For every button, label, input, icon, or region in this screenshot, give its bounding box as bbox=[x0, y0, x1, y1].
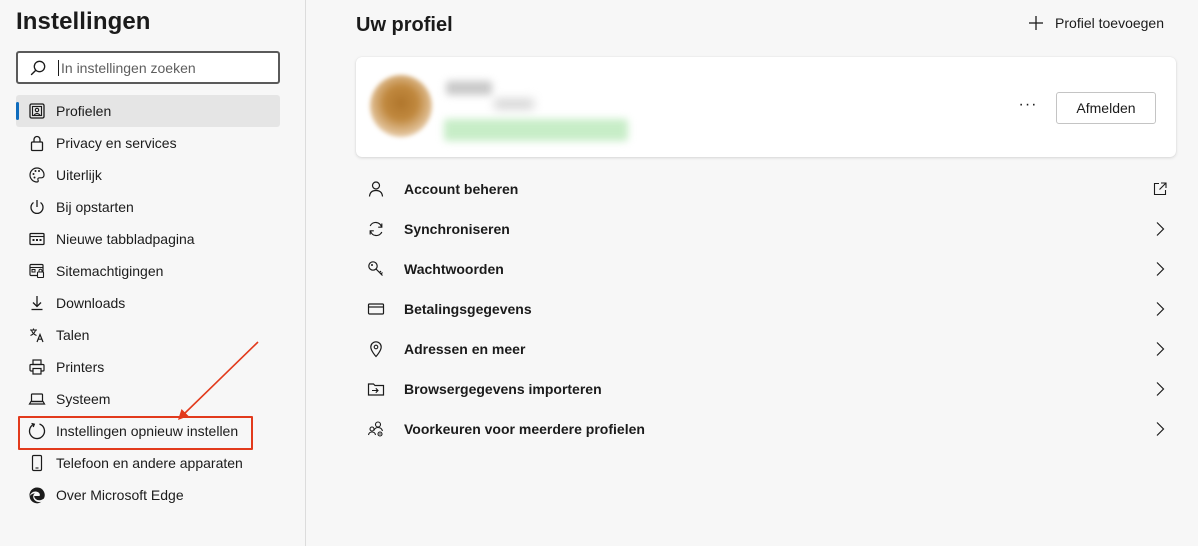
chevron-right-icon bbox=[1150, 339, 1170, 359]
import-folder-icon bbox=[366, 379, 386, 399]
lock-icon bbox=[27, 133, 47, 153]
sidebar-item-nieuwe-tabbladpagina[interactable]: Nieuwe tabbladpagina bbox=[16, 223, 280, 255]
profile-card-icon bbox=[27, 101, 47, 121]
more-options-icon: ··· bbox=[1018, 96, 1038, 113]
sidebar-item-label: Sitemachtigingen bbox=[56, 263, 164, 279]
new-tab-page-icon bbox=[27, 229, 47, 249]
sidebar-item-bij-opstarten[interactable]: Bij opstarten bbox=[16, 191, 280, 223]
multi-profile-icon bbox=[366, 419, 386, 439]
add-profile-button[interactable]: Profiel toevoegen bbox=[1027, 14, 1164, 32]
row-label: Browsergegevens importeren bbox=[404, 381, 602, 397]
sidebar-item-label: Privacy en services bbox=[56, 135, 177, 151]
blurred-sync-status bbox=[444, 119, 628, 141]
sidebar-item-profielen[interactable]: Profielen bbox=[16, 95, 280, 127]
sidebar-item-instellingen-opnieuw-instellen[interactable]: Instellingen opnieuw instellen bbox=[16, 415, 280, 447]
row-browsergegevens-importeren[interactable]: Browsergegevens importeren bbox=[356, 369, 1176, 409]
chevron-right-icon bbox=[1150, 299, 1170, 319]
settings-search-box[interactable] bbox=[16, 51, 280, 84]
settings-nav: Profielen Privacy en services Uiterlijk … bbox=[16, 95, 280, 511]
settings-search-input[interactable] bbox=[58, 59, 258, 76]
sidebar-item-label: Downloads bbox=[56, 295, 126, 311]
sidebar-item-label: Telefoon en andere apparaten bbox=[56, 455, 243, 471]
sidebar-item-label: Over Microsoft Edge bbox=[56, 487, 184, 503]
power-icon bbox=[27, 197, 47, 217]
search-icon bbox=[28, 58, 48, 78]
chevron-right-icon bbox=[1150, 379, 1170, 399]
profile-settings-list: Account beheren Synchroniseren Wachtwoor… bbox=[356, 169, 1176, 449]
chevron-right-icon bbox=[1150, 259, 1170, 279]
more-options-button[interactable]: ··· bbox=[1016, 93, 1040, 117]
row-label: Adressen en meer bbox=[404, 341, 526, 357]
row-label: Voorkeuren voor meerdere profielen bbox=[404, 421, 645, 437]
row-wachtwoorden[interactable]: Wachtwoorden bbox=[356, 249, 1176, 289]
add-profile-label: Profiel toevoegen bbox=[1055, 15, 1164, 31]
sidebar-item-label: Bij opstarten bbox=[56, 199, 134, 215]
sidebar-item-label: Uiterlijk bbox=[56, 167, 102, 183]
page-title: Uw profiel bbox=[356, 14, 453, 36]
external-link-icon bbox=[1150, 179, 1170, 199]
key-icon bbox=[366, 259, 386, 279]
plus-icon bbox=[1027, 14, 1045, 32]
signout-button[interactable]: Afmelden bbox=[1056, 92, 1156, 124]
sync-icon bbox=[366, 219, 386, 239]
row-synchroniseren[interactable]: Synchroniseren bbox=[356, 209, 1176, 249]
profile-card: ··· Afmelden bbox=[356, 57, 1176, 157]
site-permissions-icon bbox=[27, 261, 47, 281]
sidebar-item-label: Systeem bbox=[56, 391, 111, 407]
sidebar-item-label: Instellingen opnieuw instellen bbox=[56, 423, 239, 439]
location-pin-icon bbox=[366, 339, 386, 359]
edge-logo-icon bbox=[27, 485, 47, 505]
person-icon bbox=[366, 179, 386, 199]
sidebar-item-privacy[interactable]: Privacy en services bbox=[16, 127, 280, 159]
download-icon bbox=[27, 293, 47, 313]
sidebar-item-systeem[interactable]: Systeem bbox=[16, 383, 280, 415]
phone-icon bbox=[27, 453, 47, 473]
printer-icon bbox=[27, 357, 47, 377]
chevron-right-icon bbox=[1150, 419, 1170, 439]
sidebar-item-over-microsoft-edge[interactable]: Over Microsoft Edge bbox=[16, 479, 280, 511]
row-adressen-en-meer[interactable]: Adressen en meer bbox=[356, 329, 1176, 369]
sidebar-item-label: Nieuwe tabbladpagina bbox=[56, 231, 195, 247]
laptop-icon bbox=[27, 389, 47, 409]
row-betalingsgegevens[interactable]: Betalingsgegevens bbox=[356, 289, 1176, 329]
palette-icon bbox=[27, 165, 47, 185]
sidebar-item-sitemachtigingen[interactable]: Sitemachtigingen bbox=[16, 255, 280, 287]
blurred-profile-name bbox=[446, 81, 492, 95]
row-label: Wachtwoorden bbox=[404, 261, 504, 277]
sidebar-item-label: Profielen bbox=[56, 103, 112, 119]
sidebar-item-talen[interactable]: Talen bbox=[16, 319, 280, 351]
row-label: Betalingsgegevens bbox=[404, 301, 532, 317]
chevron-right-icon bbox=[1150, 219, 1170, 239]
blurred-profile-email bbox=[494, 99, 534, 109]
sidebar-item-uiterlijk[interactable]: Uiterlijk bbox=[16, 159, 280, 191]
profile-settings-main: Uw profiel Profiel toevoegen ··· Afmelde… bbox=[307, 0, 1198, 546]
sidebar-item-telefoon[interactable]: Telefoon en andere apparaten bbox=[16, 447, 280, 479]
row-voorkeuren-meerdere-profielen[interactable]: Voorkeuren voor meerdere profielen bbox=[356, 409, 1176, 449]
credit-card-icon bbox=[366, 299, 386, 319]
settings-sidebar: Instellingen Profielen Privacy en servic… bbox=[0, 0, 306, 546]
row-label: Synchroniseren bbox=[404, 221, 510, 237]
row-label: Account beheren bbox=[404, 181, 519, 197]
sidebar-item-label: Printers bbox=[56, 359, 105, 375]
avatar[interactable] bbox=[370, 75, 432, 137]
languages-icon bbox=[27, 325, 47, 345]
sidebar-item-downloads[interactable]: Downloads bbox=[16, 287, 280, 319]
row-account-beheren[interactable]: Account beheren bbox=[356, 169, 1176, 209]
sidebar-title: Instellingen bbox=[16, 8, 151, 35]
reset-icon bbox=[27, 421, 47, 441]
sidebar-item-printers[interactable]: Printers bbox=[16, 351, 280, 383]
sidebar-item-label: Talen bbox=[56, 327, 90, 343]
